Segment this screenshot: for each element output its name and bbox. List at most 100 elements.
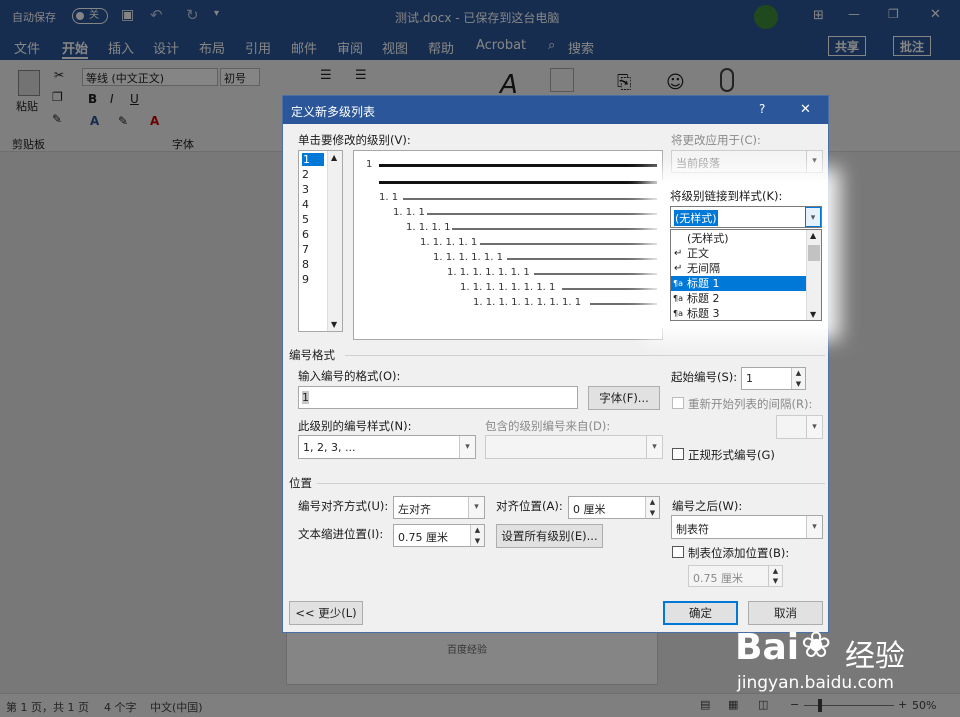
start-at-spinner[interactable]: 1 ▲ ▼ (741, 367, 806, 390)
set-all-levels-button[interactable]: 设置所有级别(E)... (496, 524, 603, 548)
preview-line (562, 288, 657, 290)
less-button[interactable]: << 更少(L) (289, 601, 363, 625)
link-style-combo[interactable]: (无样式) ▾ (670, 206, 822, 228)
link-style-value: (无样式) (674, 210, 718, 226)
number-style-select[interactable]: 1, 2, 3, ... ▾ (298, 435, 476, 459)
spin-up-icon[interactable]: ▲ (768, 566, 782, 576)
restart-checkbox[interactable] (672, 397, 684, 409)
include-level-select[interactable]: ▾ (485, 435, 663, 459)
dropdown-scrollbar[interactable]: ▲ ▼ (806, 230, 821, 320)
style-option-label: 标题 1 (687, 277, 720, 290)
watermark-brand-left: Bai (735, 627, 800, 668)
preview-line (379, 181, 657, 184)
number-style-label: 此级别的编号样式(N): (298, 419, 412, 433)
apply-to-select[interactable]: 当前段落 ▾ (671, 150, 823, 173)
level-item[interactable]: 2 (302, 168, 309, 181)
style-option[interactable]: ¶a 标题 2 (671, 291, 806, 306)
style-option-label: 标题 3 (687, 307, 720, 320)
section-divider (317, 483, 825, 484)
chevron-down-icon[interactable]: ▾ (646, 436, 662, 458)
scroll-up-icon[interactable]: ▲ (331, 153, 337, 162)
style-option-label: (无样式) (687, 232, 729, 245)
paragraph-style-icon: ↵ (674, 263, 683, 274)
legal-checkbox[interactable] (672, 448, 684, 460)
style-option[interactable]: ¶a 标题 1 (671, 276, 806, 291)
preview-pane: 1 1. 1 1. 1. 1 1. 1. 1. 1 1. 1. 1. 1. 1 … (353, 150, 663, 340)
preview-line (480, 243, 657, 245)
chevron-down-icon[interactable]: ▾ (806, 416, 822, 438)
follow-value: 制表符 (676, 523, 709, 536)
legal-label: 正规形式编号(G) (688, 448, 775, 462)
level-item[interactable]: 4 (302, 198, 309, 211)
dialog-title: 定义新多级列表 (291, 105, 376, 119)
linked-style-icon: ¶a (673, 294, 683, 303)
chevron-down-icon[interactable]: ▾ (459, 436, 475, 458)
style-option[interactable]: ↵ 正文 (671, 246, 806, 261)
chevron-down-icon[interactable]: ▾ (806, 516, 822, 538)
spin-down-icon[interactable]: ▼ (645, 507, 659, 518)
preview-number: 1. 1. 1. 1 (406, 222, 451, 233)
preview-number: 1. 1. 1. 1. 1. 1. 1. 1. 1 (473, 297, 582, 308)
define-multilevel-list-dialog: 定义新多级列表 ? ✕ 单击要修改的级别(V): 1 2 3 4 5 6 7 8… (282, 95, 829, 633)
start-at-label: 起始编号(S): (671, 370, 738, 384)
level-item[interactable]: 8 (302, 258, 309, 271)
link-style-highlight: 将级别链接到样式(K): (无样式) ▾ (无样式) ↵ 正文 ↵ 无间隔 ¶a 标题… (658, 180, 828, 328)
spin-up-icon[interactable]: ▲ (470, 525, 484, 536)
level-item[interactable]: 1 (302, 153, 324, 166)
style-option[interactable]: ↵ 无间隔 (671, 261, 806, 276)
style-option[interactable]: (无样式) (671, 231, 806, 246)
spin-down-icon[interactable]: ▼ (470, 535, 484, 546)
preview-line (590, 303, 657, 305)
spin-down-icon[interactable]: ▼ (768, 576, 782, 586)
enter-format-input[interactable]: 1 (298, 386, 578, 409)
level-item[interactable]: 5 (302, 213, 309, 226)
level-list-scrollbar[interactable]: ▲ ▼ (327, 151, 342, 331)
level-item[interactable]: 3 (302, 183, 309, 196)
tab-stop-spinner[interactable]: 0.75 厘米 ▲ ▼ (688, 565, 783, 587)
restart-select[interactable]: ▾ (776, 415, 823, 439)
apply-to-value: 当前段落 (676, 157, 720, 170)
follow-select[interactable]: 制表符 ▾ (671, 515, 823, 539)
level-item[interactable]: 7 (302, 243, 309, 256)
font-button[interactable]: 字体(F)... (588, 386, 660, 410)
chevron-down-icon[interactable]: ▾ (468, 497, 484, 518)
chevron-down-icon[interactable]: ▾ (805, 207, 821, 227)
paw-icon: ❀ (801, 625, 832, 666)
indent-spinner[interactable]: 0.75 厘米 ▲ ▼ (393, 524, 485, 547)
spin-up-icon[interactable]: ▲ (645, 497, 659, 508)
watermark-url: jingyan.baidu.com (737, 673, 894, 693)
spin-up-icon[interactable]: ▲ (791, 368, 805, 379)
scroll-up-icon[interactable]: ▲ (810, 231, 816, 240)
aligned-at-spinner[interactable]: 0 厘米 ▲ ▼ (568, 496, 660, 519)
ok-button[interactable]: 确定 (663, 601, 738, 625)
level-item[interactable]: 6 (302, 228, 309, 241)
spin-down-icon[interactable]: ▼ (791, 378, 805, 389)
link-style-dropdown[interactable]: (无样式) ↵ 正文 ↵ 无间隔 ¶a 标题 1 ¶a 标题 2 ¶a 标题 3 ▲ ▼ (670, 229, 822, 321)
scroll-down-icon[interactable]: ▼ (810, 310, 816, 319)
dialog-help-button[interactable]: ? (759, 102, 765, 116)
style-option[interactable]: ¶a 标题 3 (671, 306, 806, 321)
preview-number: 1. 1. 1. 1. 1. 1. 1 (447, 267, 530, 278)
tab-stop-checkbox[interactable] (672, 546, 684, 558)
align-select[interactable]: 左对齐 ▾ (393, 496, 485, 519)
number-format-section: 编号格式 (289, 348, 335, 362)
baidu-watermark: Bai ❀ 经验 jingyan.baidu.com (735, 615, 955, 695)
preview-line (452, 228, 657, 230)
include-level-label: 包含的级别编号来自(D): (485, 419, 611, 433)
tab-stop-value: 0.75 厘米 (693, 572, 743, 585)
preview-line (427, 213, 657, 215)
preview-line (534, 273, 657, 275)
aligned-at-label: 对齐位置(A): (496, 499, 563, 513)
chevron-down-icon[interactable]: ▾ (806, 151, 822, 172)
scroll-down-icon[interactable]: ▼ (331, 320, 337, 329)
enter-format-value: 1 (302, 391, 309, 404)
preview-number: 1. 1 (379, 192, 399, 203)
dialog-close-button[interactable]: ✕ (800, 102, 811, 117)
level-list[interactable]: 1 2 3 4 5 6 7 8 9 ▲ ▼ (298, 150, 343, 332)
position-section: 位置 (289, 476, 312, 490)
watermark-brand-right: 经验 (845, 639, 905, 674)
section-divider (345, 355, 825, 356)
scroll-thumb[interactable] (808, 245, 820, 261)
tab-stop-label: 制表位添加位置(B): (688, 546, 790, 560)
level-item[interactable]: 9 (302, 273, 309, 286)
